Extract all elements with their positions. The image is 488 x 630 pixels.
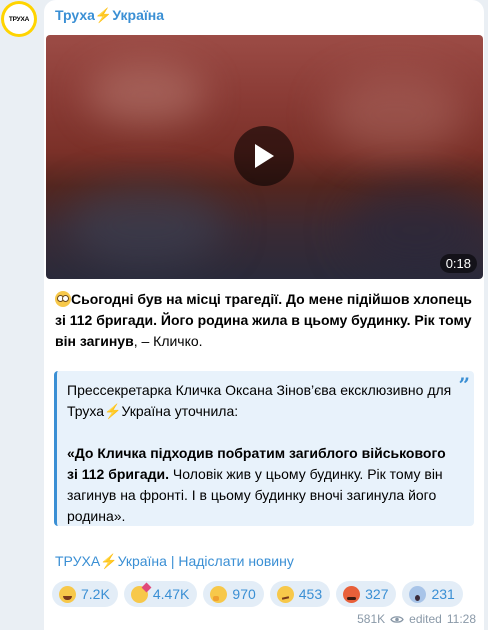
screaming-face-icon [409, 585, 427, 603]
angry-face-icon [343, 585, 361, 603]
reaction-angry[interactable]: 327 [336, 581, 397, 607]
message-bubble: Труха⚡️Україна 0:18 Сьогодні був на місц… [44, 0, 484, 630]
blockquote: ” Прессекретарка Кличка Оксана Зінов’єва… [54, 371, 474, 526]
quote-icon: ” [458, 373, 470, 397]
channel-name[interactable]: Труха⚡️Україна [55, 7, 164, 24]
reaction-count: 7.2K [81, 586, 110, 602]
reaction-count: 970 [232, 586, 256, 602]
play-icon [255, 144, 274, 168]
post-text-rest: , – Кличко. [133, 333, 203, 349]
reaction-count: 453 [298, 586, 323, 602]
reaction-count: 4.47K [152, 586, 190, 602]
message-time: 11:28 [446, 612, 476, 626]
reaction-smirking[interactable]: 453 [269, 581, 331, 607]
quote-body: «До Кличка підходив побратим загиблого в… [67, 443, 454, 527]
view-count: 581K [357, 612, 386, 626]
quote-intro: Прессекретарка Кличка Оксана Зінов’єва е… [67, 382, 452, 419]
reactions-bar: 7.2K 4.47K 970 453 327 231 [52, 581, 480, 607]
reaction-thinking[interactable]: 970 [203, 581, 264, 607]
message-meta: 581K edited 11:28 [357, 612, 476, 626]
video-thumbnail[interactable]: 0:18 [46, 35, 483, 279]
edited-label: edited [409, 612, 442, 626]
exploding-head-icon [130, 585, 148, 603]
video-duration: 0:18 [439, 254, 477, 273]
post-text: Сьогодні був на місці трагедії. До мене … [55, 289, 477, 352]
eye-icon [390, 615, 404, 623]
reaction-exploding-head[interactable]: 4.47K [123, 581, 198, 607]
play-button[interactable] [234, 126, 294, 186]
channel-avatar-logo: ТРУХА [4, 4, 34, 34]
reaction-count: 327 [365, 586, 389, 602]
reaction-screaming[interactable]: 231 [402, 581, 463, 607]
channel-avatar[interactable]: ТРУХА [1, 1, 37, 37]
grinning-face-icon [59, 585, 76, 603]
smirking-face-icon [276, 585, 294, 603]
post-text-bold: Сьогодні був на місці трагедії. До мене … [55, 291, 472, 349]
footer-link[interactable]: ТРУХА⚡️Україна | Надіслати новину [55, 553, 294, 570]
reaction-count: 231 [431, 586, 455, 602]
thinking-face-icon [210, 585, 228, 603]
reaction-grinning[interactable]: 7.2K [52, 581, 118, 607]
flushed-face-icon [55, 291, 71, 307]
